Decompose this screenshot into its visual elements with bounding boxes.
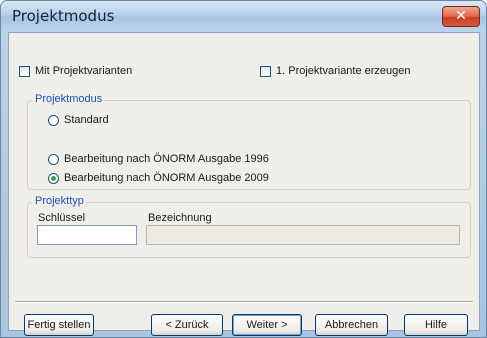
radio-oenorm-2009[interactable] (48, 172, 59, 184)
bezeichnung-label: Bezeichnung (148, 212, 212, 224)
projekttyp-group-label: Projekttyp (33, 195, 86, 207)
fertig-stellen-button[interactable]: Fertig stellen (24, 314, 94, 336)
mit-projektvarianten-checkbox[interactable] (19, 65, 30, 77)
close-button[interactable]: ✕ (442, 6, 480, 27)
radio-oenorm-1996-row[interactable]: Bearbeitung nach ÖNORM Ausgabe 1996 (48, 153, 269, 165)
bezeichnung-input[interactable] (146, 225, 460, 245)
mit-projektvarianten-label: Mit Projektvarianten (35, 65, 133, 77)
mit-projektvarianten-checkbox-row[interactable]: Mit Projektvarianten (19, 65, 132, 77)
radio-standard-row[interactable]: Standard (48, 114, 109, 126)
radio-oenorm-2009-label: Bearbeitung nach ÖNORM Ausgabe 2009 (64, 172, 269, 184)
abbrechen-button[interactable]: Abbrechen (315, 314, 388, 336)
radio-oenorm-2009-row[interactable]: Bearbeitung nach ÖNORM Ausgabe 2009 (48, 172, 269, 184)
radio-oenorm-1996[interactable] (48, 153, 59, 165)
radio-oenorm-1996-label: Bearbeitung nach ÖNORM Ausgabe 1996 (64, 153, 269, 165)
erste-variante-checkbox[interactable] (260, 65, 271, 77)
schluessel-label: Schlüssel (38, 212, 86, 224)
dialog-window: Projektmodus ✕ Mit Projektvarianten 1. P… (0, 0, 487, 338)
title-bar[interactable]: Projektmodus ✕ (1, 1, 486, 31)
button-separator (15, 301, 473, 303)
radio-standard[interactable] (48, 114, 59, 126)
dialog-title: Projektmodus (12, 7, 115, 25)
dialog-client-area: Mit Projektvarianten 1. Projektvariante … (8, 32, 480, 336)
radio-standard-label: Standard (64, 114, 109, 126)
projektmodus-group-label: Projektmodus (33, 93, 105, 105)
hilfe-button[interactable]: Hilfe (404, 314, 468, 336)
erste-variante-checkbox-row[interactable]: 1. Projektvariante erzeugen (260, 65, 411, 77)
close-icon: ✕ (455, 8, 467, 24)
erste-variante-label: 1. Projektvariante erzeugen (276, 65, 411, 77)
zurueck-button[interactable]: < Zurück (151, 314, 223, 336)
weiter-button[interactable]: Weiter > (232, 314, 302, 336)
schluessel-input[interactable] (37, 225, 137, 245)
